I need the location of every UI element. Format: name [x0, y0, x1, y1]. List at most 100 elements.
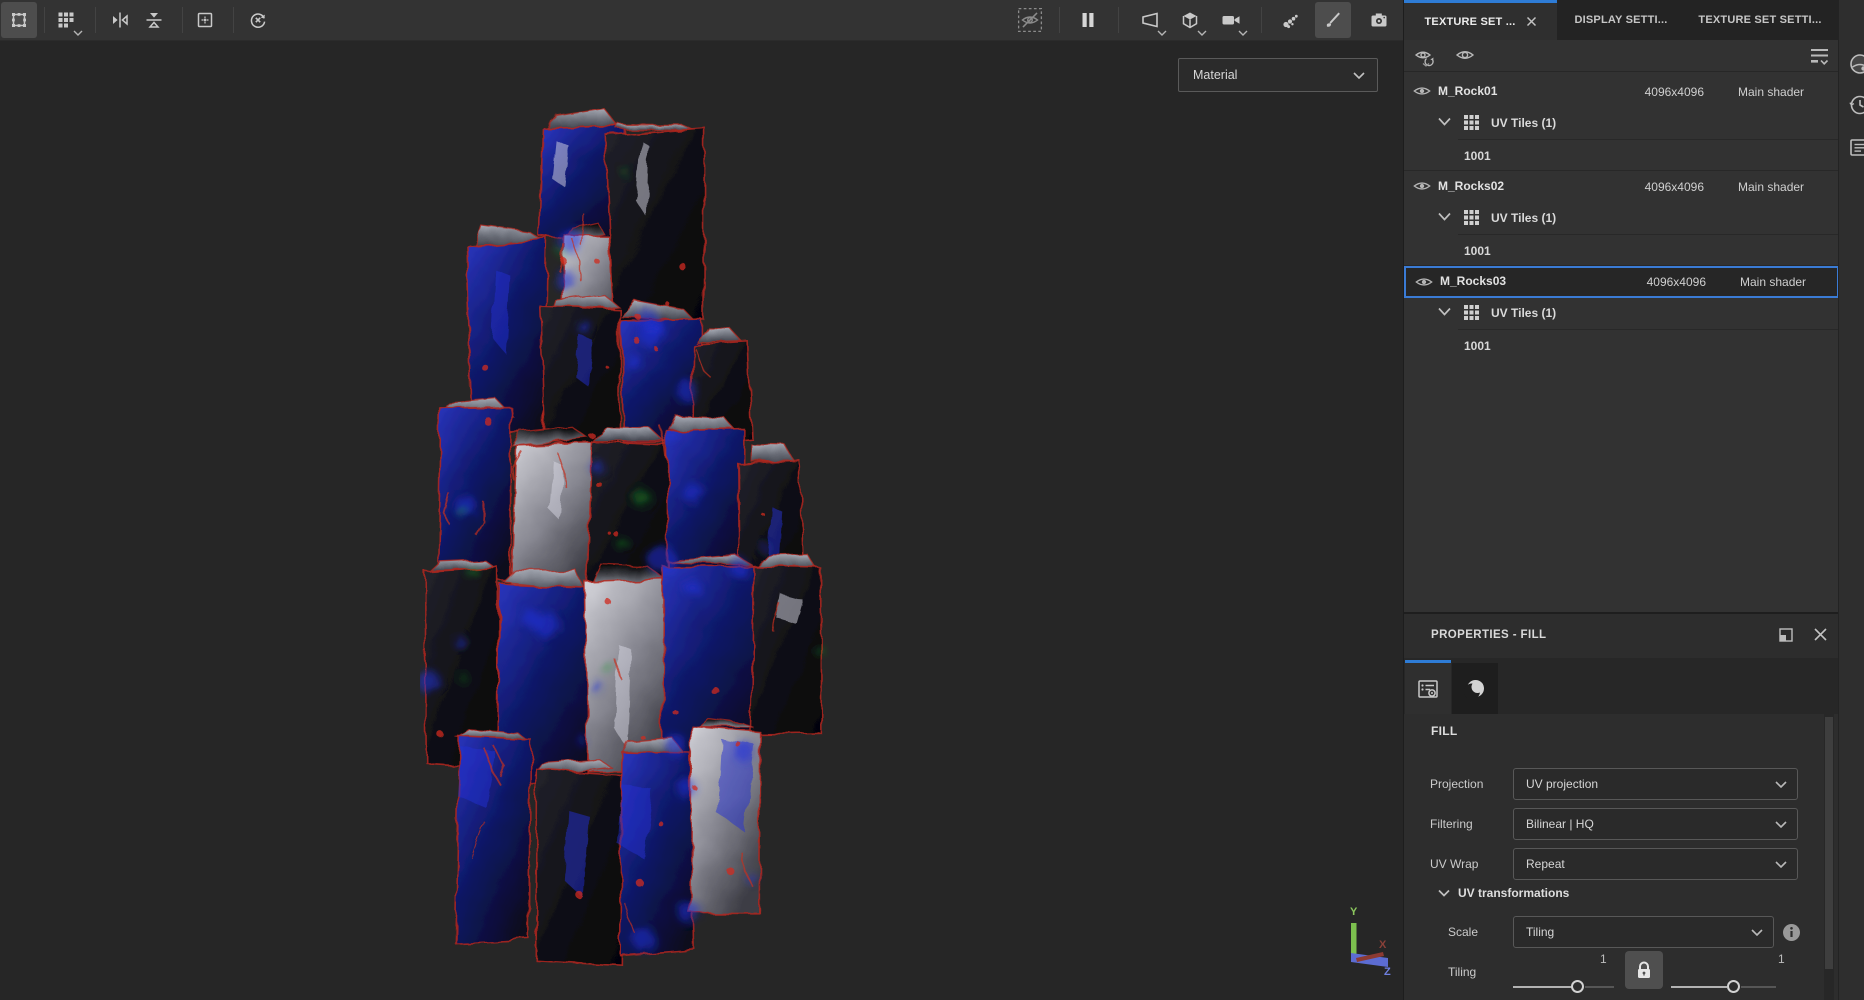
tiling-x-slider-track[interactable] [1513, 986, 1572, 988]
chevron-down-icon [1157, 30, 1167, 36]
transform-tool-button[interactable] [1, 2, 37, 38]
transform-icon [9, 10, 29, 30]
axis-x-label: X [1379, 939, 1387, 951]
toolbar-separator [1118, 7, 1119, 33]
eye-icon[interactable] [1414, 274, 1434, 290]
frame-selection-button[interactable] [187, 2, 223, 38]
toolbar-separator [95, 7, 96, 33]
uv-tile-number: 1001 [1464, 244, 1491, 258]
chevron-down-icon [1751, 929, 1763, 936]
tab-fill-parameters[interactable] [1405, 663, 1451, 714]
uv-transformations-header[interactable]: UV transformations [1438, 886, 1569, 900]
texture-set-shader: Main shader [1740, 275, 1806, 289]
particles-tool-button[interactable] [1273, 2, 1309, 38]
texture-set-row-selected[interactable]: M_Rocks03 4096x4096 Main shader [1404, 266, 1838, 298]
paint-brush-tool-button[interactable] [1315, 2, 1351, 38]
frame-center-icon [195, 10, 215, 30]
uv-tile-row[interactable]: 1001 [1404, 234, 1838, 266]
solo-view-icon[interactable] [1454, 46, 1476, 64]
texture-set-shader: Main shader [1738, 85, 1804, 99]
grid-icon [56, 10, 76, 30]
lock-icon [1635, 960, 1653, 980]
tiling-x-slider-handle[interactable] [1571, 980, 1584, 993]
viewport-3d[interactable]: Material Y X Z [0, 41, 1403, 1000]
chevron-down-icon[interactable] [1438, 307, 1451, 316]
reset-rotation-button[interactable] [240, 2, 276, 38]
symmetry-disabled-button[interactable] [1012, 2, 1048, 38]
close-icon[interactable] [1526, 16, 1537, 27]
uv-tiles-row[interactable]: UV Tiles (1) [1404, 108, 1838, 139]
pause-engine-button[interactable] [1070, 2, 1106, 38]
chevron-down-icon [73, 30, 83, 36]
properties-scrollbar[interactable] [1824, 714, 1834, 1000]
uv-tiles-label: UV Tiles (1) [1491, 306, 1556, 320]
tiling-x-slider-track-rest[interactable] [1585, 986, 1614, 988]
tiling-y-slider-handle[interactable] [1727, 980, 1740, 993]
texture-set-resolution: 4096x4096 [1632, 85, 1704, 99]
environment-sphere-icon[interactable] [1848, 52, 1864, 76]
uv-tiles-row[interactable]: UV Tiles (1) [1404, 203, 1838, 234]
filtering-dropdown[interactable]: Bilinear | HQ [1513, 808, 1798, 840]
perspective-view-button[interactable] [1132, 2, 1168, 38]
filter-list-icon[interactable] [1807, 45, 1831, 68]
tab-texture-set-list[interactable]: TEXTURE SET ... [1404, 0, 1557, 40]
chevron-down-icon [1775, 781, 1787, 788]
tiling-layout-button[interactable] [48, 2, 84, 38]
chevron-down-icon [1775, 821, 1787, 828]
layers-list-icon[interactable] [1848, 136, 1864, 160]
tab-label: TEXTURE SET SETTI... [1698, 14, 1821, 26]
mirror-vertical-button[interactable] [136, 2, 172, 38]
toolbar-separator [1261, 7, 1262, 33]
tiling-x-value: 1 [1600, 952, 1607, 966]
visibility-sync-icon[interactable] [1413, 45, 1439, 67]
tiling-y-slider-track[interactable] [1671, 986, 1727, 988]
tiling-y-slider-track-rest[interactable] [1741, 986, 1776, 988]
texture-set-name: M_Rocks03 [1440, 274, 1506, 288]
tab-fill-material[interactable] [1452, 663, 1498, 714]
properties-fill-panel: PROPERTIES - FILL [1403, 612, 1838, 1000]
properties-content: FILL Projection UV projection Filtering … [1404, 714, 1838, 1000]
undock-icon[interactable] [1778, 627, 1794, 643]
projection-dropdown[interactable]: UV projection [1513, 768, 1798, 800]
axis-navigation-gizmo[interactable]: Y X Z [1334, 896, 1403, 976]
toolbar-separator [182, 7, 183, 33]
uv-wrap-dropdown[interactable]: Repeat [1513, 848, 1798, 880]
uv-tile-row[interactable]: 1001 [1404, 329, 1838, 361]
eye-slash-dashed-icon [1017, 7, 1043, 33]
chevron-down-icon[interactable] [1438, 117, 1451, 126]
scale-value: Tiling [1526, 925, 1554, 939]
uv-wrap-label: UV Wrap [1430, 857, 1478, 871]
chevron-down-icon [1353, 72, 1365, 79]
tiling-label: Tiling [1448, 965, 1476, 979]
texture-set-row[interactable]: M_Rocks02 4096x4096 Main shader [1404, 171, 1838, 203]
scrollbar-thumb[interactable] [1825, 717, 1833, 969]
camera-view-button[interactable] [1213, 2, 1249, 38]
tiling-lock-button[interactable] [1625, 951, 1663, 989]
texture-set-row[interactable]: M_Rock01 4096x4096 Main shader [1404, 76, 1838, 108]
scale-dropdown[interactable]: Tiling [1513, 916, 1774, 948]
texture-set-group: M_Rocks03 4096x4096 Main shader UV Tiles… [1404, 266, 1838, 361]
tab-label: DISPLAY SETTI... [1574, 14, 1667, 26]
tab-texture-set-settings[interactable]: TEXTURE SET SETTI... [1685, 0, 1835, 40]
perspective-frustum-icon [1139, 10, 1161, 30]
particles-icon [1281, 10, 1301, 30]
texture-set-group: M_Rock01 4096x4096 Main shader UV Tiles … [1404, 76, 1838, 171]
uv-tiles-row[interactable]: UV Tiles (1) [1404, 298, 1838, 329]
close-icon[interactable] [1813, 627, 1828, 642]
eye-icon[interactable] [1412, 178, 1432, 194]
screenshot-camera-button[interactable] [1361, 2, 1397, 38]
mirror-horizontal-button[interactable] [102, 2, 138, 38]
uv-tile-row[interactable]: 1001 [1404, 139, 1838, 171]
tab-label: TEXTURE SET ... [1424, 16, 1515, 28]
info-icon[interactable] [1782, 923, 1801, 942]
history-icon[interactable] [1848, 93, 1864, 117]
uv-tile-number: 1001 [1464, 339, 1491, 353]
texture-set-name: M_Rocks02 [1438, 179, 1504, 193]
chevron-down-icon[interactable] [1438, 212, 1451, 221]
eye-icon[interactable] [1412, 83, 1432, 99]
shading-mode-dropdown[interactable]: Material [1178, 58, 1378, 92]
material-view-button[interactable] [1172, 2, 1208, 38]
toolbar-separator [1059, 7, 1060, 33]
mirror-vertical-icon [144, 10, 164, 30]
tab-display-settings[interactable]: DISPLAY SETTI... [1557, 0, 1685, 40]
